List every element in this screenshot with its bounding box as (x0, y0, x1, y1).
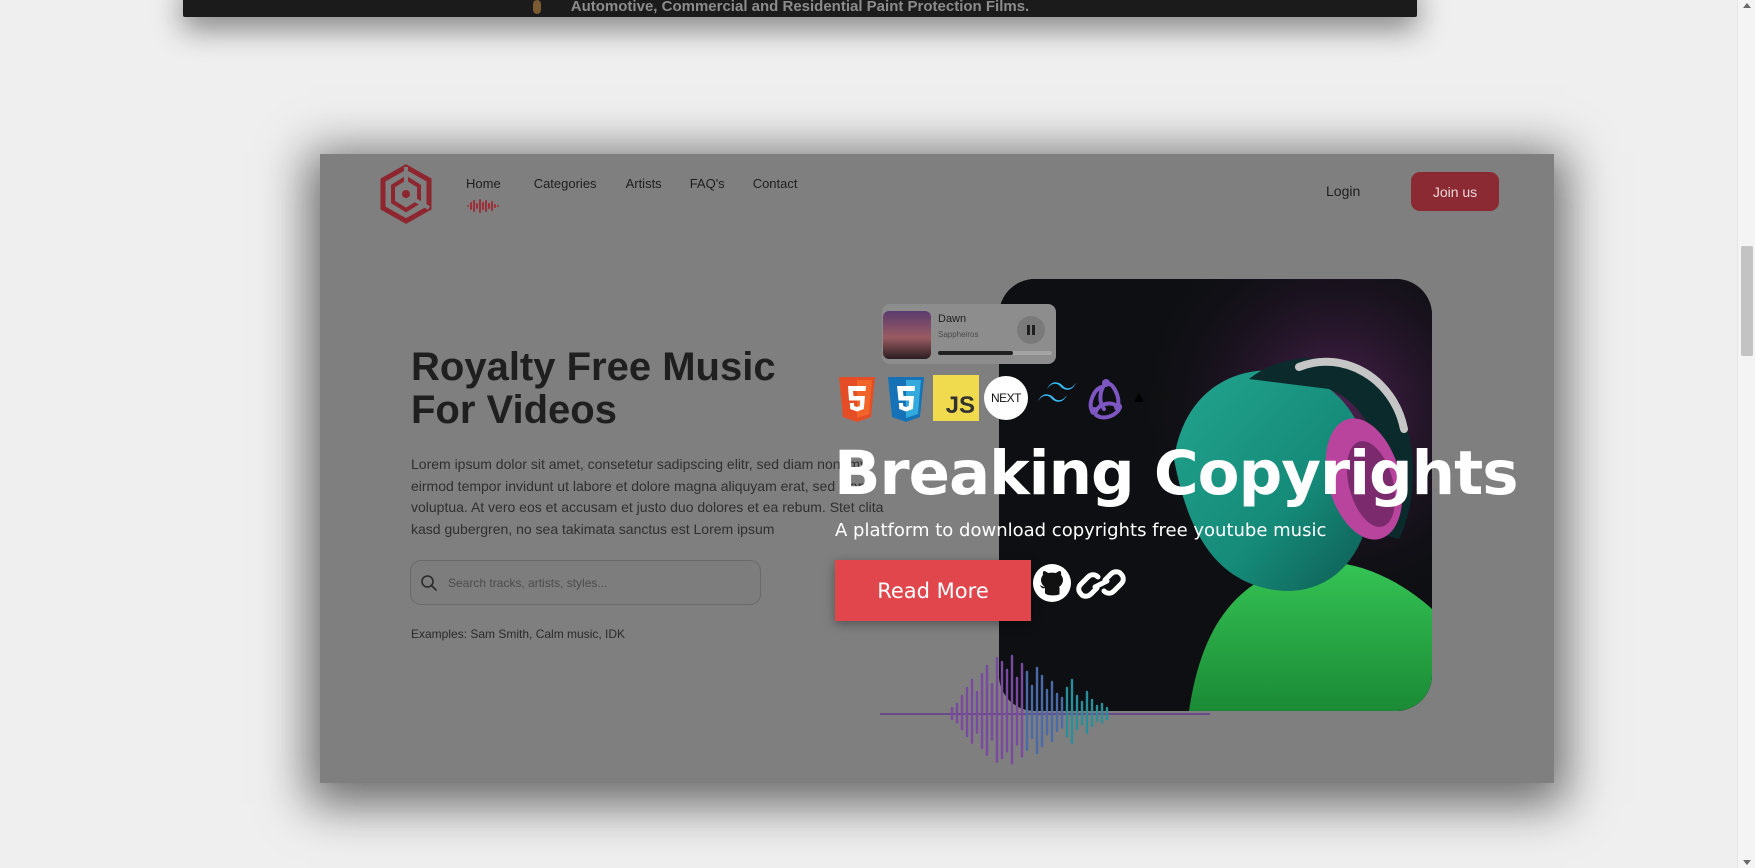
nav-faqs[interactable]: FAQ's (690, 176, 725, 191)
track-artist: Sappheiros (938, 330, 979, 339)
pause-button[interactable] (1017, 316, 1045, 344)
project-preview-card[interactable]: Home Categories Artists FAQ's Contact Lo… (320, 154, 1554, 783)
previous-card-caption: Automotive, Commercial and Residential P… (570, 0, 1030, 15)
github-icon[interactable] (1032, 563, 1072, 603)
main-nav: Home Categories Artists FAQ's Contact (466, 176, 798, 191)
hero-paragraph: Lorem ipsum dolor sit amet, consetetur s… (411, 456, 884, 537)
overlay-heading: Breaking Copyrights (834, 438, 1519, 509)
login-link[interactable]: Login (1326, 183, 1360, 199)
pause-icon (1027, 325, 1035, 335)
javascript-icon-label: JS (945, 392, 975, 419)
vercel-triangle-icon (1134, 393, 1144, 402)
redux-icon (1088, 379, 1122, 420)
vercel-icon-label: Vercel (1146, 392, 1174, 403)
nextjs-icon-label: NEXT (990, 391, 1022, 405)
javascript-icon: JS (933, 375, 979, 421)
scroll-down-arrow-icon[interactable] (1743, 860, 1751, 865)
hero-title: Royalty Free Music For Videos (411, 345, 776, 432)
nextjs-icon: NEXT (984, 376, 1028, 420)
scrollbar-thumb[interactable] (1741, 246, 1753, 356)
nav-artists[interactable]: Artists (626, 176, 662, 191)
previous-project-card: Automotive, Commercial and Residential P… (183, 0, 1417, 17)
read-more-button[interactable]: Read More (835, 560, 1031, 621)
scroll-up-arrow-icon[interactable] (1743, 3, 1751, 8)
search-icon (421, 574, 437, 591)
search-examples: Examples: Sam Smith, Calm music, IDK (411, 627, 626, 641)
vercel-icon: Vercel (1134, 392, 1174, 403)
active-nav-wave-icon (467, 199, 499, 213)
album-art (883, 311, 931, 359)
link-icon[interactable] (1076, 563, 1126, 605)
track-title: Dawn (938, 313, 967, 325)
overlay-subheading: A platform to download copyrights free y… (835, 520, 1327, 541)
nav-contact[interactable]: Contact (753, 176, 798, 191)
join-button[interactable]: Join us (1411, 172, 1499, 211)
search-input[interactable] (448, 575, 748, 590)
logo-icon[interactable] (379, 164, 433, 224)
nav-home[interactable]: Home (466, 176, 501, 191)
progress-fill (938, 351, 1014, 355)
page-scrollbar[interactable] (1737, 0, 1755, 868)
sound-wave-graphic (880, 654, 1210, 765)
progress-bar[interactable] (938, 351, 1052, 355)
music-player-widget[interactable]: Dawn Sappheiros (882, 304, 1056, 364)
nav-categories[interactable]: Categories (534, 176, 597, 191)
search-box[interactable] (410, 560, 761, 605)
html5-icon (839, 377, 875, 422)
tailwind-icon (1038, 382, 1076, 402)
css3-icon (888, 377, 924, 422)
